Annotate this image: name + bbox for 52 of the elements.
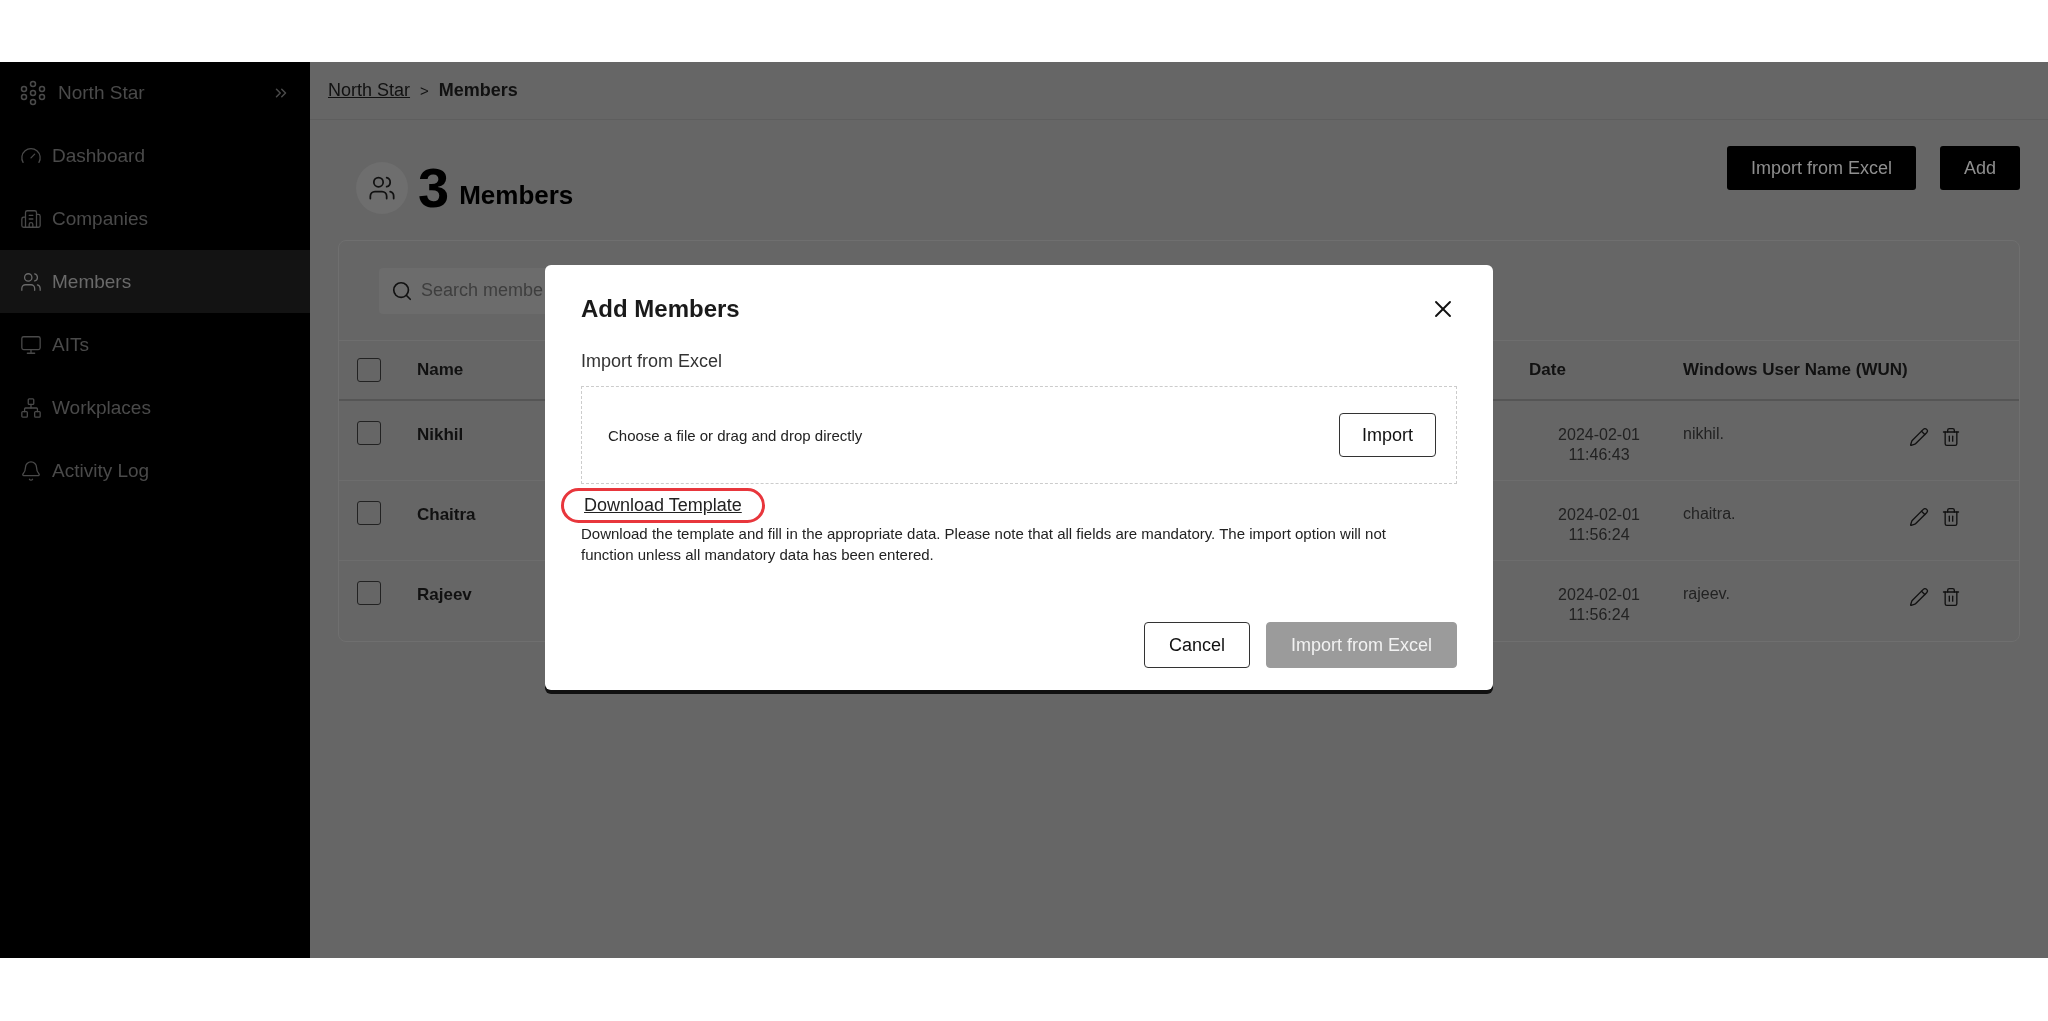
wun-cell-text: nikhil. <box>1682 424 1725 443</box>
breadcrumb-current: Members <box>438 80 518 101</box>
building-icon <box>20 207 42 230</box>
users-icon <box>356 162 408 214</box>
nav-item[interactable]: Companies <box>0 187 310 250</box>
wun-cell-text: chaitra. <box>1682 504 1737 523</box>
nav-item[interactable]: AITs <box>0 313 310 376</box>
header-button[interactable]: Import from Excel <box>1726 146 1916 190</box>
nav-item[interactable]: Workplaces <box>0 376 310 439</box>
import-button[interactable]: Import <box>1339 413 1436 457</box>
search-icon <box>391 279 413 302</box>
date-cell-text: 2024-02-01 11:56:24 <box>1557 505 1641 545</box>
column-header: Name <box>417 360 464 380</box>
name-cell-text: Rajeev <box>417 584 472 605</box>
users-icon <box>20 270 42 293</box>
trash-icon[interactable] <box>1941 587 1961 607</box>
row-checkbox[interactable] <box>357 421 381 445</box>
drop-zone[interactable]: Choose a file or drag and drop directly Import <box>581 386 1457 484</box>
edit-icon[interactable] <box>1909 427 1929 447</box>
column-header: Windows User Name (WUN) <box>1682 360 1908 380</box>
section-label: Import from Excel <box>581 351 724 372</box>
bell-icon <box>20 459 42 482</box>
date-cell-text: 2024-02-01 11:56:24 <box>1557 585 1641 625</box>
monitor-icon <box>20 333 42 356</box>
row-checkbox[interactable] <box>357 501 381 525</box>
date-cell-text: 2024-02-01 11:46:43 <box>1557 425 1641 465</box>
wun-cell-text: rajeev. <box>1682 584 1731 603</box>
nav-item[interactable]: Activity Log <box>0 439 310 502</box>
header-button[interactable]: Add <box>1939 146 2020 190</box>
template-note: Download the template and fill in the appropriate data. Please note that all fields are mandatory. The import option will not function unless all mandatory data has been entered. <box>581 524 1387 565</box>
trash-icon[interactable] <box>1941 507 1961 527</box>
nav-item[interactable]: Dashboard <box>0 124 310 187</box>
name-cell-text: Nikhil <box>417 424 464 445</box>
network-nodes-icon <box>20 80 46 106</box>
name-cell-text: Chaitra <box>417 504 476 525</box>
nav-item[interactable]: Members <box>0 250 310 313</box>
hierarchy-icon <box>20 396 42 419</box>
edit-icon[interactable] <box>1909 507 1929 527</box>
breadcrumb-link[interactable]: North Star <box>328 80 411 101</box>
dialog-title: Add Members <box>581 295 740 323</box>
member-count: 3 <box>418 160 450 216</box>
page-title: Members <box>459 179 574 211</box>
dialog-button[interactable]: Cancel <box>1143 622 1250 668</box>
column-header: Date <box>1529 360 1566 380</box>
row-checkbox[interactable] <box>357 581 381 605</box>
drop-hint: Choose a file or drag and drop directly <box>608 426 863 444</box>
breadcrumb-separator: > <box>420 82 429 99</box>
trash-icon[interactable] <box>1941 427 1961 447</box>
edit-icon[interactable] <box>1909 587 1929 607</box>
brand-name: North Star <box>58 82 146 104</box>
select-all-checkbox[interactable] <box>357 358 381 382</box>
download-template-link[interactable]: Download Template <box>584 495 742 515</box>
